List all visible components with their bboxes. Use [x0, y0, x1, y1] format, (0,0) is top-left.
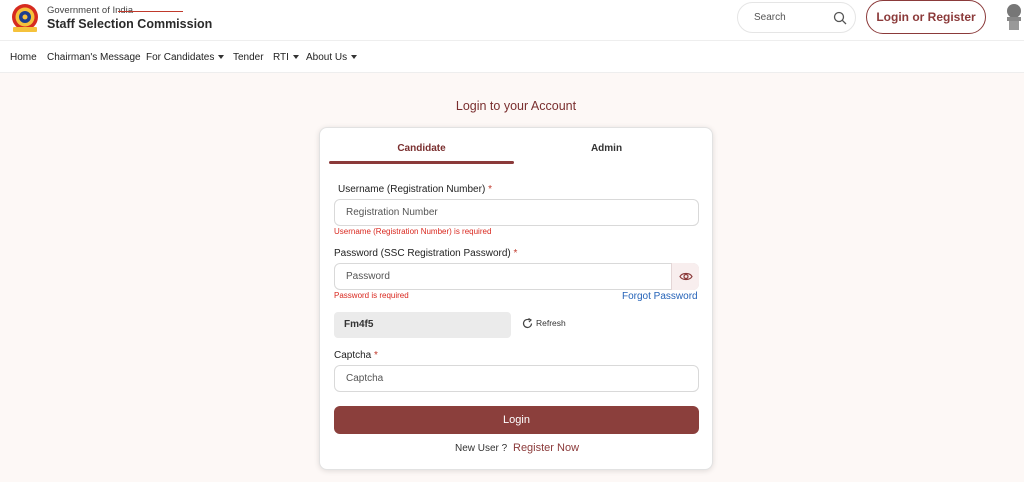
caret-down-icon: [351, 55, 358, 60]
required-mark: *: [488, 184, 492, 195]
search-icon[interactable]: [833, 11, 847, 25]
nav-rti[interactable]: RTI: [273, 52, 299, 63]
new-user-text: New User ?: [454, 443, 508, 454]
username-label-text: Username (Registration Number): [338, 184, 486, 195]
eye-icon: [679, 272, 693, 281]
tab-admin[interactable]: Admin: [514, 143, 699, 154]
required-mark: *: [513, 248, 518, 259]
main-nav: Home Chairman's Message For Candidates T…: [0, 41, 1024, 73]
tab-candidate[interactable]: Candidate: [329, 143, 514, 154]
password-error: Password is required: [334, 291, 409, 300]
show-password-button[interactable]: [671, 263, 699, 290]
nav-label: RTI: [273, 52, 289, 63]
login-register-button[interactable]: Login or Register: [866, 0, 986, 34]
register-now-link[interactable]: Register Now: [513, 442, 579, 454]
nav-home[interactable]: Home: [10, 52, 37, 63]
nav-label: Chairman's Message: [47, 52, 141, 63]
nav-about-us[interactable]: About Us: [306, 52, 358, 63]
decorative-rule: [118, 11, 183, 12]
username-label: Username (Registration Number) *: [338, 184, 492, 195]
nav-label: About Us: [306, 52, 348, 63]
captcha-label-text: Captcha: [334, 350, 372, 361]
page-title: Login to your Account: [455, 99, 577, 113]
refresh-label: Refresh: [536, 318, 566, 328]
top-header: Government of India Staff Selection Comm…: [0, 0, 1024, 41]
password-input[interactable]: [334, 263, 699, 290]
refresh-captcha-button[interactable]: Refresh: [522, 318, 566, 329]
caret-down-icon: [218, 55, 225, 60]
password-label: Password (SSC Registration Password) *: [334, 248, 517, 259]
refresh-icon: [522, 318, 533, 329]
nav-tender[interactable]: Tender: [233, 52, 264, 63]
login-button[interactable]: Login: [334, 406, 699, 434]
active-tab-indicator: [329, 161, 514, 164]
nav-for-candidates[interactable]: For Candidates: [146, 52, 225, 63]
nav-label: Tender: [233, 52, 264, 63]
new-user-row: New User ? Register Now: [320, 442, 714, 454]
captcha-image: Fm4f5: [334, 312, 511, 338]
nav-label: Home: [10, 52, 37, 63]
caret-down-icon: [292, 55, 299, 60]
username-input[interactable]: [334, 199, 699, 226]
forgot-password-link[interactable]: Forgot Password: [622, 291, 698, 302]
search-box[interactable]: Search: [737, 2, 856, 33]
captcha-label: Captcha *: [334, 350, 378, 361]
org-name: Staff Selection Commission: [47, 17, 213, 31]
search-input[interactable]: Search: [754, 12, 786, 23]
nav-chairmans-message[interactable]: Chairman's Message: [47, 52, 141, 63]
nav-label: For Candidates: [146, 52, 215, 63]
username-error: Username (Registration Number) is requir…: [334, 227, 492, 236]
captcha-input[interactable]: [334, 365, 699, 392]
required-mark: *: [374, 350, 378, 361]
login-card: Candidate Admin Username (Registration N…: [319, 127, 713, 470]
password-label-text: Password (SSC Registration Password): [334, 248, 511, 259]
ssc-logo[interactable]: [9, 3, 41, 33]
national-emblem: [1007, 4, 1021, 30]
